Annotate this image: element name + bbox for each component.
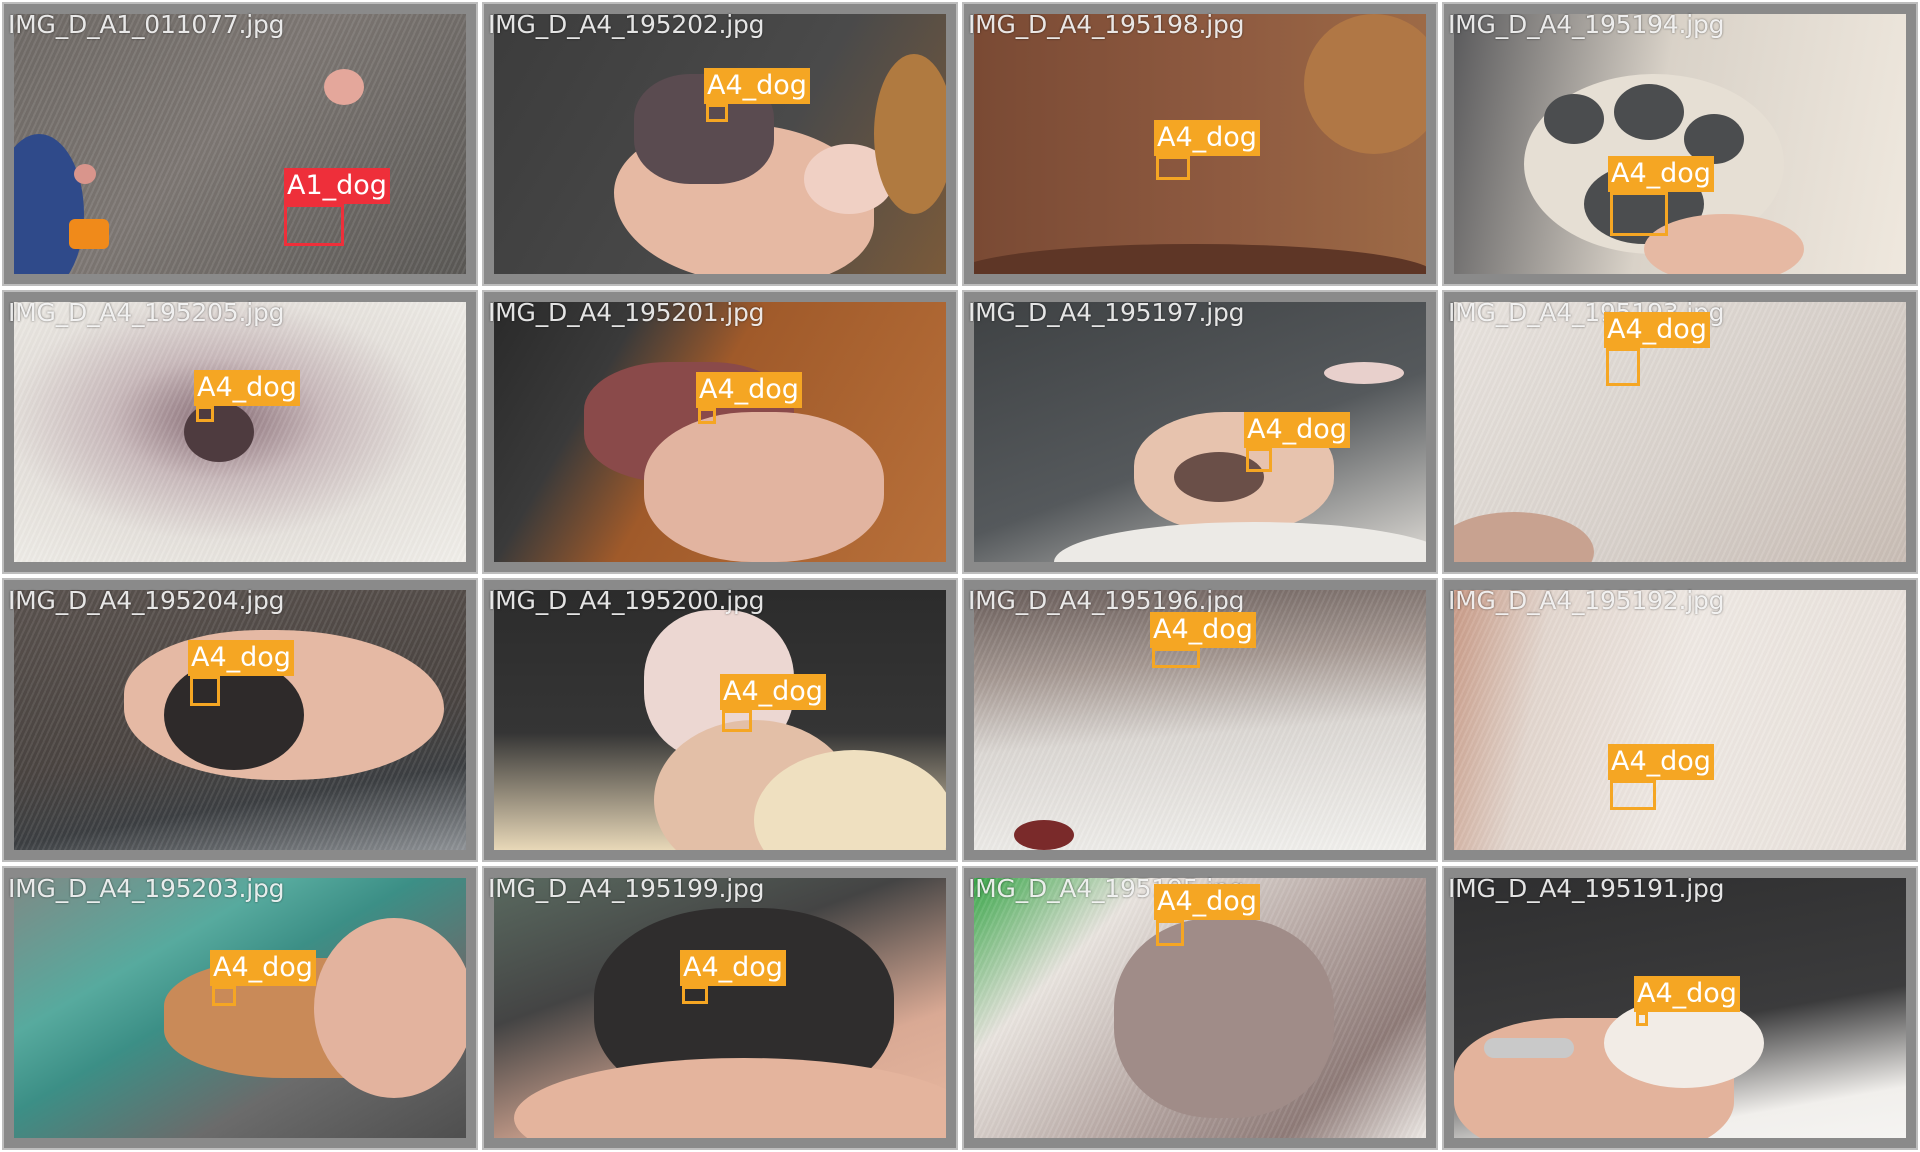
filename-label: IMG_D_A4_195202.jpg: [488, 10, 765, 39]
detection-label: A4_dog: [720, 674, 826, 710]
bounding-box: [1636, 1012, 1648, 1026]
bounding-box: [1246, 448, 1272, 472]
photo: [974, 302, 1426, 562]
photo: [14, 878, 466, 1138]
photo: [1454, 590, 1906, 850]
bounding-box: [1156, 156, 1190, 180]
detection-label: A4_dog: [704, 68, 810, 104]
detection-label: A4_dog: [188, 640, 294, 676]
detection-label: A4_dog: [1608, 156, 1714, 192]
filename-label: IMG_D_A4_195200.jpg: [488, 586, 765, 615]
bounding-box: [706, 104, 728, 122]
image-tile[interactable]: IMG_D_A1_011077.jpg A1_dog: [2, 2, 478, 286]
photo: [494, 302, 946, 562]
detection-label: A4_dog: [1154, 884, 1260, 920]
photo: [14, 302, 466, 562]
filename-label: IMG_D_A4_195204.jpg: [8, 586, 285, 615]
image-tile[interactable]: IMG_D_A4_195195.jpg A4_dog: [962, 866, 1438, 1150]
image-tile[interactable]: IMG_D_A4_195196.jpg A4_dog: [962, 578, 1438, 862]
image-tile[interactable]: IMG_D_A4_195194.jpg A4_dog: [1442, 2, 1918, 286]
detection-label: A4_dog: [1154, 120, 1260, 156]
filename-label: IMG_D_A4_195196.jpg: [968, 586, 1245, 615]
filename-label: IMG_D_A4_195192.jpg: [1448, 586, 1725, 615]
bounding-box: [682, 986, 708, 1004]
image-tile[interactable]: IMG_D_A4_195199.jpg A4_dog: [482, 866, 958, 1150]
filename-label: IMG_D_A4_195201.jpg: [488, 298, 765, 327]
photo: [494, 590, 946, 850]
detection-label: A4_dog: [1634, 976, 1740, 1012]
photo: [1454, 14, 1906, 274]
bounding-box: [1610, 780, 1656, 810]
image-tile[interactable]: IMG_D_A4_195202.jpg A4_dog: [482, 2, 958, 286]
bounding-box: [722, 710, 752, 732]
detection-label: A4_dog: [1244, 412, 1350, 448]
photo: [494, 14, 946, 274]
image-tile[interactable]: IMG_D_A4_195197.jpg A4_dog: [962, 290, 1438, 574]
detection-label: A4_dog: [210, 950, 316, 986]
bounding-box: [1156, 920, 1184, 946]
image-tile[interactable]: IMG_D_A4_195200.jpg A4_dog: [482, 578, 958, 862]
image-tile[interactable]: IMG_D_A4_195191.jpg A4_dog: [1442, 866, 1918, 1150]
image-tile[interactable]: IMG_D_A4_195193.jpg A4_dog: [1442, 290, 1918, 574]
filename-label: IMG_D_A4_195198.jpg: [968, 10, 1245, 39]
bounding-box: [284, 204, 344, 246]
filename-label: IMG_D_A4_195197.jpg: [968, 298, 1245, 327]
detection-label: A4_dog: [680, 950, 786, 986]
detection-label: A4_dog: [1604, 312, 1710, 348]
detection-label: A4_dog: [696, 372, 802, 408]
image-tile[interactable]: IMG_D_A4_195201.jpg A4_dog: [482, 290, 958, 574]
bounding-box: [698, 408, 716, 424]
image-tile[interactable]: IMG_D_A4_195204.jpg A4_dog: [2, 578, 478, 862]
image-grid: IMG_D_A1_011077.jpg A1_dog IMG_D_A4_1952…: [0, 0, 1920, 1152]
photo: [14, 14, 466, 274]
bounding-box: [212, 986, 236, 1006]
filename-label: IMG_D_A4_195203.jpg: [8, 874, 285, 903]
image-tile[interactable]: IMG_D_A4_195205.jpg A4_dog: [2, 290, 478, 574]
photo: [494, 878, 946, 1138]
image-tile[interactable]: IMG_D_A4_195203.jpg A4_dog: [2, 866, 478, 1150]
detection-label: A4_dog: [1150, 612, 1256, 648]
detection-label: A1_dog: [284, 168, 390, 204]
filename-label: IMG_D_A4_195194.jpg: [1448, 10, 1725, 39]
bounding-box: [1152, 648, 1200, 668]
filename-label: IMG_D_A4_195191.jpg: [1448, 874, 1725, 903]
bounding-box: [196, 406, 214, 422]
bounding-box: [1610, 192, 1668, 236]
filename-label: IMG_D_A4_195205.jpg: [8, 298, 285, 327]
image-tile[interactable]: IMG_D_A4_195198.jpg A4_dog: [962, 2, 1438, 286]
bounding-box: [1606, 348, 1640, 386]
photo: [14, 590, 466, 850]
filename-label: IMG_D_A1_011077.jpg: [8, 10, 285, 39]
image-tile[interactable]: IMG_D_A4_195192.jpg A4_dog: [1442, 578, 1918, 862]
filename-label: IMG_D_A4_195199.jpg: [488, 874, 765, 903]
detection-label: A4_dog: [194, 370, 300, 406]
bounding-box: [190, 676, 220, 706]
detection-label: A4_dog: [1608, 744, 1714, 780]
